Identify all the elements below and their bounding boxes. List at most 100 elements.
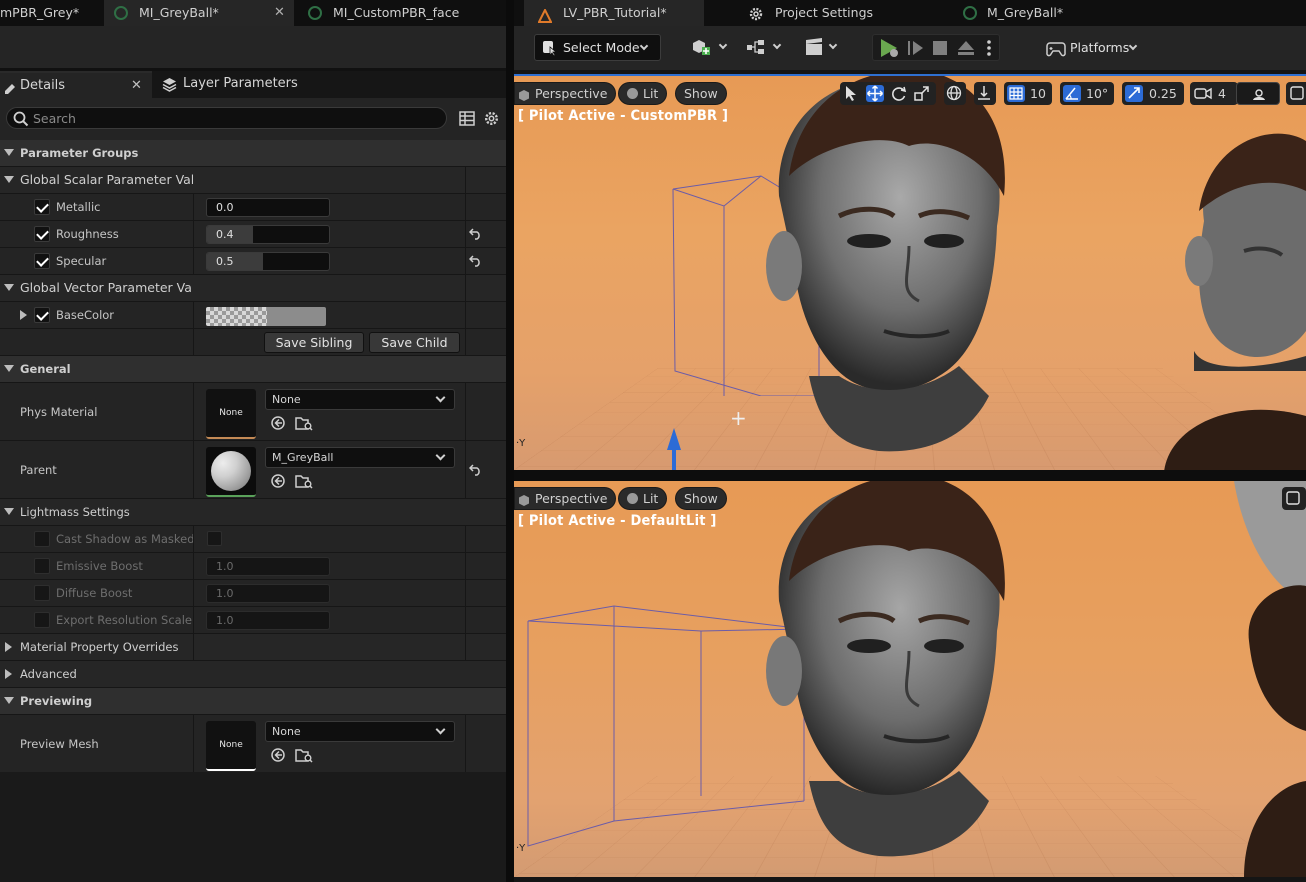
close-icon[interactable]: ✕: [274, 0, 285, 26]
blueprints-button[interactable]: [746, 34, 786, 61]
group-lightmass-settings[interactable]: Lightmass Settings: [0, 499, 506, 526]
maximize-viewport-button[interactable]: [1282, 487, 1306, 510]
surface-snap-icon[interactable]: [976, 85, 994, 102]
override-checkbox[interactable]: [34, 531, 50, 547]
group-global-vector[interactable]: Global Vector Parameter Value: [0, 275, 506, 302]
tab-mi-custompbr-face[interactable]: MI_CustomPBR_face: [294, 0, 494, 26]
surface-snapping[interactable]: [974, 82, 996, 105]
pilot-eject-button[interactable]: [1236, 82, 1280, 105]
diffuse-boost-field[interactable]: 1.0: [206, 584, 330, 603]
lit-button[interactable]: Lit: [618, 487, 668, 510]
rotation-snap-control[interactable]: 10°: [1060, 82, 1114, 105]
world-local-toggle[interactable]: [944, 82, 966, 105]
expand-arrow-icon[interactable]: [4, 697, 14, 704]
browse-folder-icon[interactable]: [295, 415, 313, 431]
move-icon[interactable]: [866, 85, 884, 102]
angle-snap-icon[interactable]: [1063, 85, 1081, 102]
table-view-icon[interactable]: [459, 111, 475, 129]
override-checkbox[interactable]: [34, 253, 50, 269]
phys-material-combo[interactable]: None: [265, 389, 455, 410]
parent-combo[interactable]: M_GreyBall: [265, 447, 455, 468]
reset-to-default-icon[interactable]: [468, 462, 483, 476]
globe-icon[interactable]: [946, 85, 964, 102]
transform-gizmo-arrow[interactable]: [666, 428, 682, 470]
phys-material-thumbnail[interactable]: None: [206, 389, 256, 439]
cinematics-button[interactable]: [804, 34, 844, 61]
group-material-property-overrides[interactable]: Material Property Overrides: [0, 634, 506, 661]
emissive-boost-field[interactable]: 1.0: [206, 557, 330, 576]
grid-snap-control[interactable]: 10: [1004, 82, 1052, 105]
grid-snap-icon[interactable]: [1007, 85, 1025, 102]
override-checkbox[interactable]: [34, 612, 50, 628]
play-icon[interactable]: [879, 38, 901, 61]
stop-icon[interactable]: [933, 41, 947, 55]
lit-button[interactable]: Lit: [618, 82, 668, 105]
override-checkbox[interactable]: [34, 307, 50, 323]
group-advanced[interactable]: Advanced: [0, 661, 506, 688]
add-actor-button[interactable]: [690, 34, 730, 61]
scale-icon[interactable]: [914, 85, 932, 102]
save-sibling-button[interactable]: Save Sibling: [264, 332, 364, 353]
metallic-value-field[interactable]: 0.0: [206, 198, 330, 217]
scale-snap-control[interactable]: 0.25: [1122, 82, 1184, 105]
expand-arrow-icon[interactable]: [5, 642, 12, 652]
maximize-icon[interactable]: [1285, 490, 1303, 507]
step-icon[interactable]: [907, 39, 925, 60]
scale-snap-icon[interactable]: [1125, 85, 1143, 102]
show-button[interactable]: Show: [675, 82, 727, 105]
platforms-dropdown[interactable]: Platforms: [1042, 34, 1144, 61]
category-parameter-groups[interactable]: Parameter Groups: [0, 140, 506, 167]
rotate-icon[interactable]: [890, 85, 908, 102]
tab-m-greyball[interactable]: M_GreyBall*: [954, 0, 1154, 26]
maximize-viewport-button[interactable]: [1286, 82, 1306, 105]
override-checkbox[interactable]: [34, 199, 50, 215]
tab-mi-greyball[interactable]: MI_GreyBall* ✕: [104, 0, 294, 26]
tab-project-settings[interactable]: Project Settings: [740, 0, 940, 26]
camera-icon[interactable]: [1194, 85, 1212, 102]
preview-mesh-combo[interactable]: None: [265, 721, 455, 742]
reset-to-default-icon[interactable]: [468, 253, 483, 267]
use-selected-asset-icon[interactable]: [270, 415, 286, 431]
expand-arrow-icon[interactable]: [20, 310, 27, 320]
reset-to-default-icon[interactable]: [468, 226, 483, 240]
expand-arrow-icon[interactable]: [4, 284, 14, 291]
expand-arrow-icon[interactable]: [5, 669, 12, 679]
perspective-button[interactable]: Perspective: [514, 487, 617, 510]
viewport-splitter[interactable]: [514, 470, 1306, 481]
show-button[interactable]: Show: [675, 487, 727, 510]
settings-gear-icon[interactable]: [483, 110, 500, 130]
pilot-icon[interactable]: [1250, 86, 1268, 103]
perspective-button[interactable]: Perspective: [514, 82, 617, 105]
export-resolution-field[interactable]: 1.0: [206, 611, 330, 630]
expand-arrow-icon[interactable]: [4, 365, 14, 372]
close-icon[interactable]: ✕: [131, 73, 142, 98]
save-child-button[interactable]: Save Child: [369, 332, 460, 353]
specular-value-field[interactable]: 0.5: [206, 252, 330, 271]
category-previewing[interactable]: Previewing: [0, 688, 506, 715]
expand-arrow-icon[interactable]: [4, 149, 14, 156]
eject-icon[interactable]: [957, 39, 975, 60]
category-general[interactable]: General: [0, 356, 506, 383]
tab-lv-pbr-tutorial[interactable]: LV_PBR_Tutorial*: [524, 0, 704, 26]
override-checkbox[interactable]: [34, 558, 50, 574]
search-input[interactable]: [33, 109, 433, 127]
use-selected-asset-icon[interactable]: [270, 747, 286, 763]
viewport-top[interactable]: + ·Y Perspective Lit Show [ Pilot Active…: [514, 74, 1306, 470]
tab-mpbr-grey[interactable]: mPBR_Grey*: [0, 0, 104, 26]
color-swatch[interactable]: [206, 307, 326, 326]
select-arrow-icon[interactable]: [844, 85, 862, 102]
more-options-icon[interactable]: [986, 39, 992, 60]
cast-shadow-checkbox[interactable]: [207, 531, 222, 546]
browse-folder-icon[interactable]: [295, 747, 313, 763]
viewport-bottom[interactable]: ·Y Perspective Lit Show [ Pilot Active -…: [514, 481, 1306, 877]
expand-arrow-icon[interactable]: [4, 176, 14, 183]
tab-layer-parameters[interactable]: Layer Parameters: [152, 71, 312, 98]
select-mode-dropdown[interactable]: Select Mode: [534, 34, 661, 61]
maximize-icon[interactable]: [1289, 85, 1306, 102]
tab-details[interactable]: Details ✕: [0, 71, 152, 98]
group-global-scalar[interactable]: Global Scalar Parameter Value: [0, 167, 506, 194]
preview-mesh-thumbnail[interactable]: None: [206, 721, 256, 771]
camera-speed-control[interactable]: 4: [1190, 82, 1238, 105]
override-checkbox[interactable]: [34, 226, 50, 242]
parent-material-thumbnail[interactable]: [206, 447, 256, 497]
